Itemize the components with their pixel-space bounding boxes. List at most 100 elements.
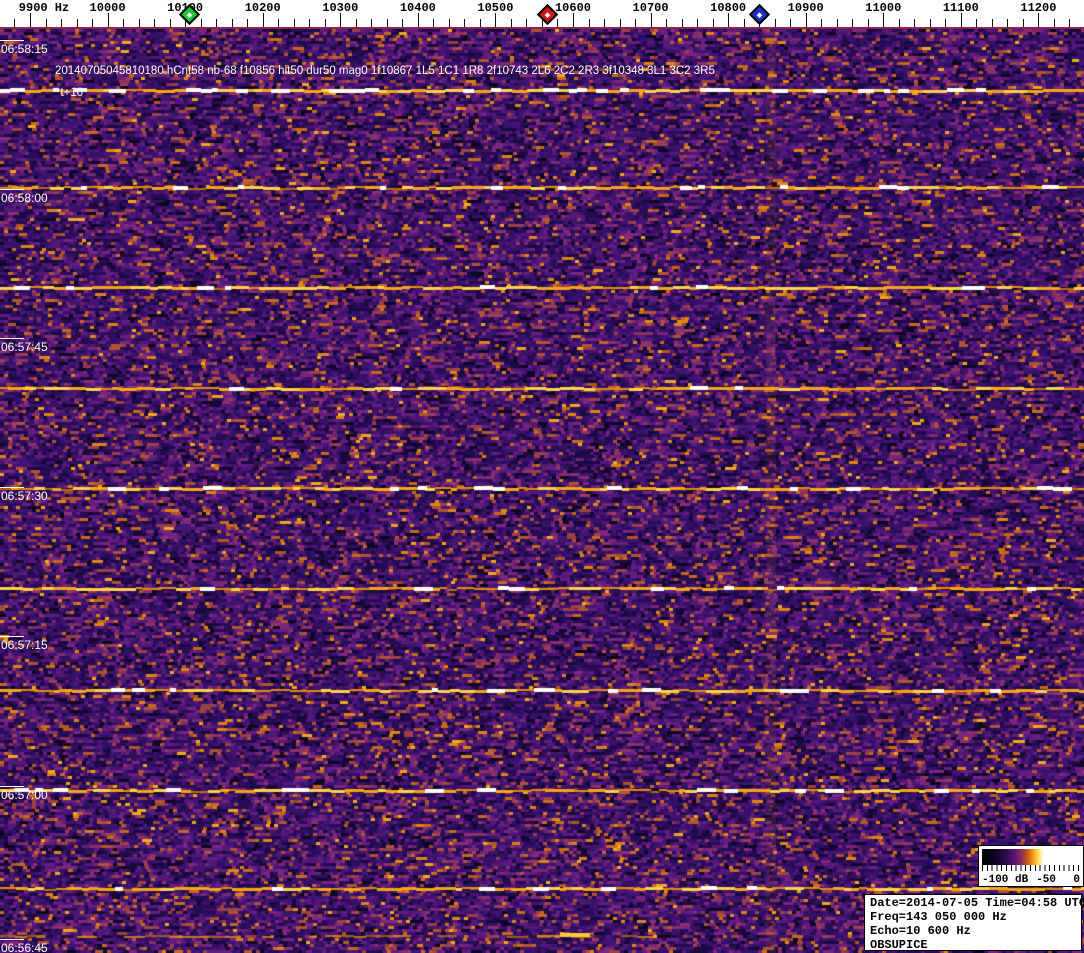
freq-label: 10600: [554, 1, 591, 15]
freq-tick-minor: [138, 19, 140, 27]
freq-tick-minor: [200, 19, 202, 27]
freq-tick-minor: [666, 19, 668, 27]
freq-tick-major: [728, 13, 730, 27]
freq-tick-minor: [991, 19, 993, 27]
spectrogram-canvas: [0, 29, 1084, 953]
freq-tick-minor: [681, 19, 683, 27]
freq-tick-minor: [526, 19, 528, 27]
threshold-text: *t+10: [56, 87, 84, 99]
hit-info-text: 20140705045810180 hCnt58 nb-68 f10856 hi…: [55, 65, 715, 77]
marker-diamond-blue-icon[interactable]: [748, 3, 770, 26]
freq-tick-major: [262, 13, 264, 27]
freq-tick-minor: [821, 19, 823, 27]
freq-tick-minor: [976, 19, 978, 27]
freq-tick-minor: [45, 19, 47, 27]
info-line-date: Date=2014-07-05 Time=04:58 UTC: [870, 896, 1084, 910]
freq-tick-minor: [433, 19, 435, 27]
time-label: 06:57:45: [1, 340, 48, 354]
freq-tick-major: [495, 13, 497, 27]
freq-tick-minor: [743, 19, 745, 27]
freq-tick-minor: [712, 19, 714, 27]
freq-tick-minor: [604, 19, 606, 27]
freq-tick-major: [340, 13, 342, 27]
freq-tick-minor: [14, 19, 16, 27]
info-line-station: OBSUPICE: [870, 938, 928, 952]
time-label: 06:57:15: [1, 638, 48, 652]
freq-label: 11200: [1020, 1, 1057, 15]
colorbar-gradient: [982, 849, 1080, 865]
freq-tick-major: [650, 13, 652, 27]
freq-tick-minor: [588, 19, 590, 27]
freq-tick-major: [572, 13, 574, 27]
meteor-observation-screen: 9900 Hz100001010010200103001040010500106…: [0, 0, 1084, 953]
freq-tick-minor: [448, 19, 450, 27]
freq-tick-minor: [867, 19, 869, 27]
freq-label: 10400: [399, 1, 436, 15]
freq-tick-minor: [464, 19, 466, 27]
freq-tick-minor: [92, 19, 94, 27]
time-label: 06:58:15: [1, 42, 48, 56]
freq-label: 11000: [865, 1, 902, 15]
freq-tick-minor: [619, 19, 621, 27]
freq-tick-minor: [169, 19, 171, 27]
time-tick: [0, 338, 24, 339]
freq-label: 10800: [710, 1, 747, 15]
freq-tick-minor: [914, 19, 916, 27]
info-line-freq: Freq=143 050 000 Hz: [870, 910, 1007, 924]
freq-label: 10500: [477, 1, 514, 15]
freq-tick-minor: [154, 19, 156, 27]
info-box: Date=2014-07-05 Time=04:58 UTC Freq=143 …: [864, 894, 1084, 952]
freq-tick-minor: [852, 19, 854, 27]
freq-tick-minor: [309, 19, 311, 27]
time-label: 06:58:00: [1, 191, 48, 205]
freq-tick-minor: [929, 19, 931, 27]
freq-tick-minor: [1007, 19, 1009, 27]
time-tick: [0, 189, 24, 190]
freq-tick-minor: [293, 19, 295, 27]
time-tick: [0, 487, 24, 488]
freq-label: 10000: [89, 1, 126, 15]
freq-tick-minor: [1022, 19, 1024, 27]
marker-center-dot-icon: [544, 11, 551, 18]
freq-tick-minor: [386, 19, 388, 27]
freq-label: 10200: [244, 1, 281, 15]
colorbar: -100 dB -50 0: [978, 845, 1084, 887]
freq-tick-minor: [898, 19, 900, 27]
freq-tick-minor: [76, 19, 78, 27]
freq-tick-minor: [836, 19, 838, 27]
freq-tick-minor: [790, 19, 792, 27]
freq-tick-minor: [635, 19, 637, 27]
freq-label: 11100: [942, 1, 979, 15]
freq-tick-major: [417, 13, 419, 27]
freq-tick-major: [30, 13, 31, 27]
time-label: 06:57:00: [1, 788, 48, 802]
freq-tick-minor: [355, 19, 357, 27]
time-tick: [0, 40, 24, 41]
marker-center-dot-icon: [756, 11, 762, 18]
freq-label: 10700: [632, 1, 669, 15]
freq-label: 9900 Hz: [18, 1, 70, 15]
freq-tick-minor: [247, 19, 249, 27]
time-label: 06:56:45: [1, 941, 48, 953]
info-line-echo: Echo=10 600 Hz: [870, 924, 971, 938]
freq-tick-minor: [557, 19, 559, 27]
freq-label: 10300: [322, 1, 359, 15]
freq-tick-minor: [371, 19, 373, 27]
colorbar-label-mid: -50: [1036, 874, 1056, 886]
freq-tick-major: [960, 13, 962, 27]
freq-tick-minor: [697, 19, 699, 27]
time-label: 06:57:30: [1, 489, 48, 503]
freq-tick-minor: [510, 19, 512, 27]
colorbar-ticks-icon: [982, 865, 1080, 871]
freq-tick-minor: [216, 19, 218, 27]
frequency-axis: 9900 Hz100001010010200103001040010500106…: [0, 0, 1084, 29]
freq-label: 10900: [787, 1, 824, 15]
marker-center-dot-icon: [186, 11, 192, 18]
time-tick: [0, 939, 24, 940]
freq-tick-minor: [774, 19, 776, 27]
freq-tick-minor: [945, 19, 947, 27]
time-tick: [0, 636, 24, 637]
freq-tick-major: [805, 13, 807, 27]
freq-tick-minor: [324, 19, 326, 27]
freq-tick-major: [107, 13, 109, 27]
